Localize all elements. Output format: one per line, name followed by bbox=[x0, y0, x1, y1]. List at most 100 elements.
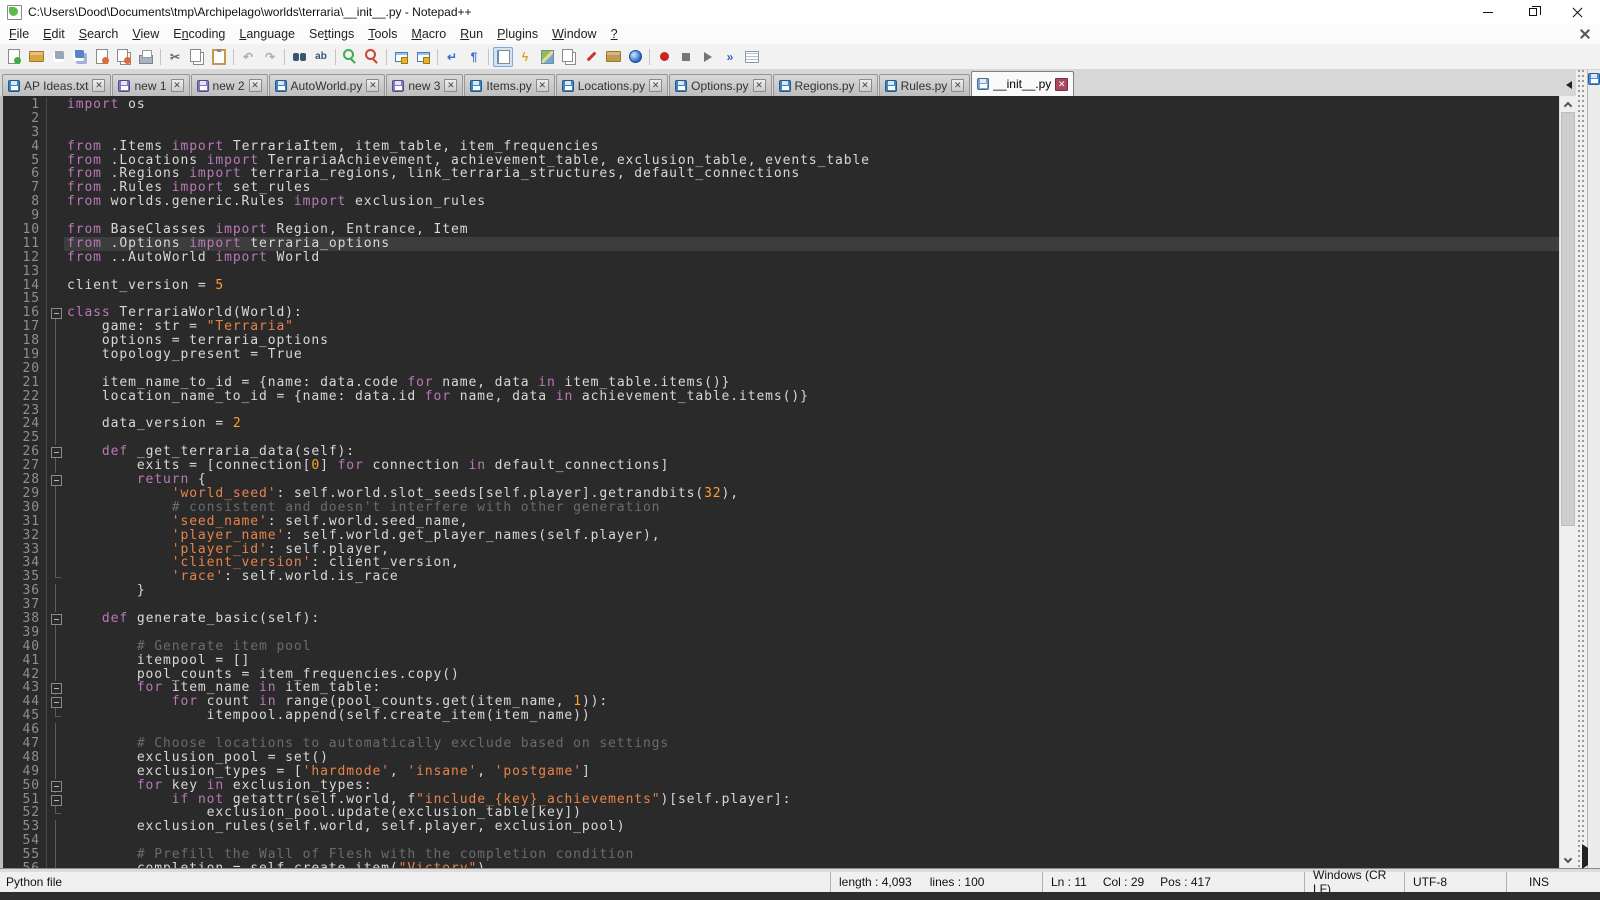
editor[interactable]: 1import os234from .Items import Terraria… bbox=[0, 96, 1559, 868]
tab-close-button[interactable]: ✕ bbox=[444, 79, 457, 92]
define-language-button[interactable]: ϟ bbox=[515, 47, 535, 67]
tab-close-button[interactable]: ✕ bbox=[249, 79, 262, 92]
tab-scroll-right-button[interactable] bbox=[1582, 848, 1588, 866]
code-line-16[interactable]: 16class TerrariaWorld(World): bbox=[3, 306, 1559, 320]
tab-ap-ideas-txt[interactable]: AP Ideas.txt✕ bbox=[2, 74, 111, 96]
code-line-51[interactable]: 51 if not getattr(self.world, f"include_… bbox=[3, 793, 1559, 807]
tab-close-button[interactable]: ✕ bbox=[536, 79, 549, 92]
sync-vertical-scroll-button[interactable] bbox=[391, 47, 411, 67]
code-line-31[interactable]: 31 'seed_name': self.world.seed_name, bbox=[3, 515, 1559, 529]
copy-button[interactable] bbox=[187, 47, 207, 67]
menu-tools[interactable]: Tools bbox=[361, 25, 404, 43]
code-line-40[interactable]: 40 # Generate item pool bbox=[3, 640, 1559, 654]
menu-edit[interactable]: Edit bbox=[36, 25, 72, 43]
replace-button[interactable] bbox=[311, 47, 331, 67]
code-line-32[interactable]: 32 'player_name': self.world.get_player_… bbox=[3, 529, 1559, 543]
fold-toggle-icon[interactable] bbox=[47, 306, 64, 320]
tab-rules-py[interactable]: Rules.py✕ bbox=[879, 74, 971, 96]
fold-toggle-icon[interactable] bbox=[47, 612, 64, 626]
menu-plugins[interactable]: Plugins bbox=[490, 25, 545, 43]
code-line-37[interactable]: 37 bbox=[3, 598, 1559, 612]
word-wrap-button[interactable]: ↵ bbox=[442, 47, 462, 67]
code-line-21[interactable]: 21 item_name_to_id = {name: data.code fo… bbox=[3, 376, 1559, 390]
code-line-14[interactable]: 14client_version = 5 bbox=[3, 279, 1559, 293]
tab-close-button[interactable]: ✕ bbox=[951, 79, 964, 92]
menu-run[interactable]: Run bbox=[453, 25, 490, 43]
code-line-49[interactable]: 49 exclusion_types = ['hardmode', 'insan… bbox=[3, 765, 1559, 779]
code-line-22[interactable]: 22 location_name_to_id = {name: data.id … bbox=[3, 390, 1559, 404]
code-line-15[interactable]: 15 bbox=[3, 292, 1559, 306]
code-line-50[interactable]: 50 for key in exclusion_types: bbox=[3, 779, 1559, 793]
open-file-button[interactable] bbox=[26, 47, 46, 67]
code-line-52[interactable]: 52 exclusion_pool.update(exclusion_table… bbox=[3, 806, 1559, 820]
paste-button[interactable] bbox=[209, 47, 229, 67]
code-line-46[interactable]: 46 bbox=[3, 723, 1559, 737]
tab-autoworld-py[interactable]: AutoWorld.py✕ bbox=[269, 74, 386, 96]
code-line-3[interactable]: 3 bbox=[3, 126, 1559, 140]
scroll-up-button[interactable] bbox=[1560, 96, 1576, 112]
restore-button[interactable] bbox=[1510, 0, 1555, 24]
menu-settings[interactable]: Settings bbox=[302, 25, 361, 43]
document-map-button[interactable] bbox=[537, 47, 557, 67]
tab-options-py[interactable]: Options.py✕ bbox=[669, 74, 771, 96]
tab-close-button[interactable]: ✕ bbox=[171, 79, 184, 92]
cut-button[interactable]: ✂ bbox=[165, 47, 185, 67]
code-line-30[interactable]: 30 # consistent and doesn't interfere wi… bbox=[3, 501, 1559, 515]
fold-toggle-icon[interactable] bbox=[47, 473, 64, 487]
code-line-29[interactable]: 29 'world_seed': self.world.slot_seeds[s… bbox=[3, 487, 1559, 501]
close-all-button[interactable] bbox=[114, 47, 134, 67]
monitoring-button[interactable] bbox=[625, 47, 645, 67]
print-button[interactable] bbox=[136, 47, 156, 67]
code-line-39[interactable]: 39 bbox=[3, 626, 1559, 640]
code-line-54[interactable]: 54 bbox=[3, 834, 1559, 848]
code-line-1[interactable]: 1import os bbox=[3, 98, 1559, 112]
code-line-25[interactable]: 25 bbox=[3, 431, 1559, 445]
fold-toggle-icon[interactable] bbox=[47, 445, 64, 459]
tab-new-2[interactable]: new 2✕ bbox=[191, 74, 268, 96]
vertical-scrollbar[interactable] bbox=[1559, 96, 1576, 868]
scrollbar-track[interactable] bbox=[1560, 112, 1576, 852]
zoom-out-button[interactable] bbox=[362, 47, 382, 67]
panel-splitter[interactable] bbox=[1576, 70, 1587, 868]
macro-play-button[interactable] bbox=[698, 47, 718, 67]
save-file-button[interactable] bbox=[48, 47, 68, 67]
code-line-26[interactable]: 26 def _get_terraria_data(self): bbox=[3, 445, 1559, 459]
tab-regions-py[interactable]: Regions.py✕ bbox=[773, 74, 878, 96]
folder-as-workspace-button[interactable] bbox=[603, 47, 623, 67]
tab-items-py[interactable]: Items.py✕ bbox=[464, 74, 554, 96]
code-line-33[interactable]: 33 'player_id': self.player, bbox=[3, 543, 1559, 557]
tab-locations-py[interactable]: Locations.py✕ bbox=[556, 74, 668, 96]
tab-new-1[interactable]: new 1✕ bbox=[112, 74, 189, 96]
code-line-35[interactable]: 35 'race': self.world.is_race bbox=[3, 570, 1559, 584]
code-line-36[interactable]: 36 } bbox=[3, 584, 1559, 598]
close-button[interactable] bbox=[1555, 0, 1600, 24]
macro-save-button[interactable] bbox=[742, 47, 762, 67]
statusbar-eol[interactable]: Windows (CR LF) bbox=[1304, 872, 1404, 892]
new-file-button[interactable] bbox=[4, 47, 24, 67]
function-list-button[interactable] bbox=[581, 47, 601, 67]
tab-close-button[interactable]: ✕ bbox=[753, 79, 766, 92]
code-line-9[interactable]: 9 bbox=[3, 209, 1559, 223]
code-line-42[interactable]: 42 pool_counts = item_frequencies.copy() bbox=[3, 668, 1559, 682]
macro-record-button[interactable] bbox=[654, 47, 674, 67]
fold-toggle-icon[interactable] bbox=[47, 793, 64, 807]
tab-scroll-left-button[interactable] bbox=[1562, 74, 1576, 96]
find-button[interactable] bbox=[289, 47, 309, 67]
code-line-10[interactable]: 10from BaseClasses import Region, Entran… bbox=[3, 223, 1559, 237]
code-line-5[interactable]: 5from .Locations import TerrariaAchievem… bbox=[3, 154, 1559, 168]
code-line-11[interactable]: 11from .Options import terraria_options bbox=[3, 237, 1559, 251]
code-line-24[interactable]: 24 data_version = 2 bbox=[3, 417, 1559, 431]
code-line-47[interactable]: 47 # Choose locations to automatically e… bbox=[3, 737, 1559, 751]
statusbar-encoding[interactable]: UTF-8 bbox=[1404, 872, 1506, 892]
menu-language[interactable]: Language bbox=[232, 25, 302, 43]
macro-run-multiple-button[interactable]: » bbox=[720, 47, 740, 67]
tab-close-button[interactable]: ✕ bbox=[859, 79, 872, 92]
minimize-button[interactable] bbox=[1465, 0, 1510, 24]
code-line-41[interactable]: 41 itempool = [] bbox=[3, 654, 1559, 668]
close-document-icon[interactable] bbox=[1578, 27, 1592, 41]
code-line-7[interactable]: 7from .Rules import set_rules bbox=[3, 181, 1559, 195]
macro-stop-button[interactable] bbox=[676, 47, 696, 67]
code-line-18[interactable]: 18 options = terraria_options bbox=[3, 334, 1559, 348]
menu-file[interactable]: File bbox=[2, 25, 36, 43]
code-line-34[interactable]: 34 'client_version': client_version, bbox=[3, 556, 1559, 570]
